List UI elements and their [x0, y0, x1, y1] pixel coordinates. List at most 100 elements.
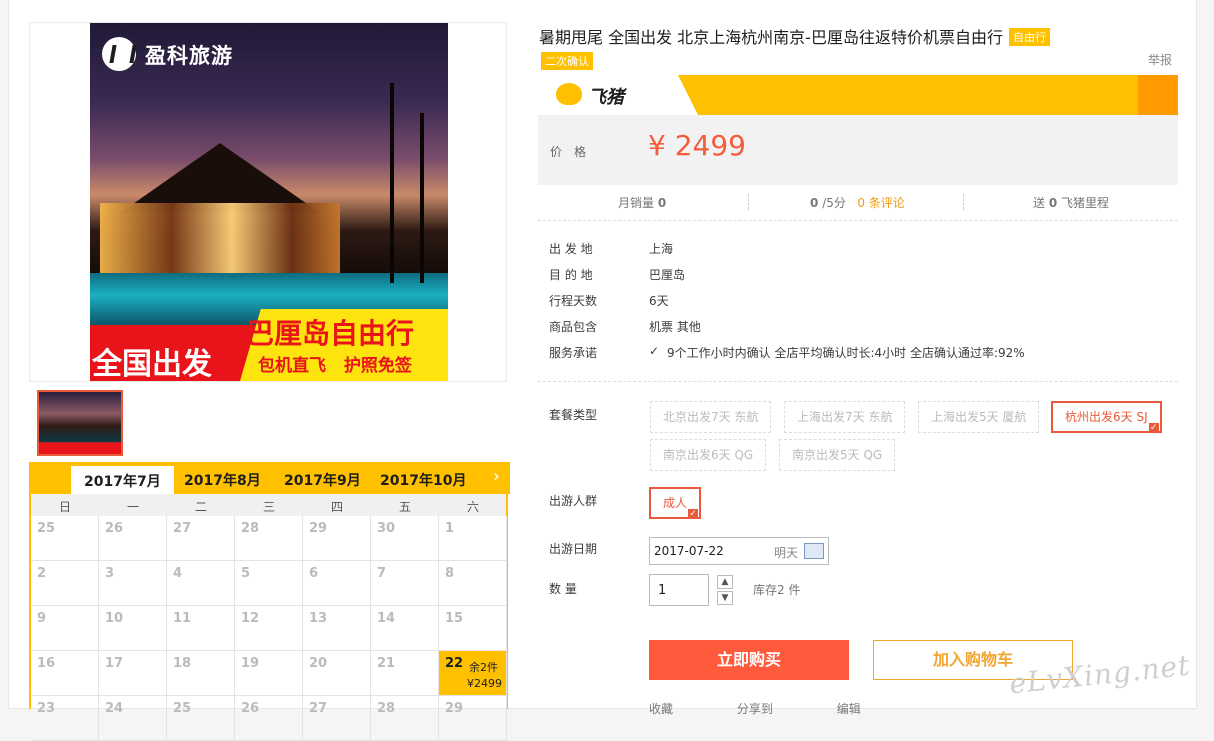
thumbnail-image[interactable]: [37, 390, 123, 456]
calendar-day[interactable]: 26: [235, 696, 303, 741]
price-label: 价格: [550, 145, 599, 159]
rating: 0 /5分 0 条评论: [810, 196, 905, 210]
share-link[interactable]: 分享到: [737, 702, 773, 716]
day-number: 13: [309, 611, 328, 626]
calendar-day[interactable]: 25: [31, 516, 99, 561]
calendar-day[interactable]: 6: [303, 561, 371, 606]
calendar-day[interactable]: 9: [31, 606, 99, 651]
calendar-day[interactable]: 10: [99, 606, 167, 651]
calendar-day[interactable]: 14: [371, 606, 439, 651]
page: 盈科旅游 巴厘岛自由行 包机直飞 护照免签 全国出发 2017年7月 2017年…: [8, 0, 1197, 741]
calendar-day[interactable]: 28: [371, 696, 439, 741]
chevron-right-icon[interactable]: ›: [493, 466, 500, 487]
day-number: 9: [37, 611, 47, 626]
quantity-input[interactable]: 1: [649, 574, 709, 606]
date-hint: 明天: [773, 546, 798, 560]
calendar-day[interactable]: 13: [303, 606, 371, 651]
day-number: 5: [241, 566, 251, 581]
package-option[interactable]: 北京出发7天 东航: [650, 401, 772, 433]
title-text: 暑期甩尾 全国出发 北京上海杭州南京-巴厘岛往返特价机票自由行: [539, 28, 1003, 47]
day-number: 3: [105, 566, 115, 581]
reviews-link[interactable]: 0 条评论: [857, 196, 904, 210]
day-number: 20: [309, 656, 328, 671]
date-label: 出游日期: [549, 542, 598, 556]
package-option-selected[interactable]: 杭州出发6天 SJ: [1051, 401, 1162, 433]
calendar-day[interactable]: 15: [439, 606, 507, 651]
tab-month-3[interactable]: 2017年9月: [284, 470, 361, 490]
calendar-day[interactable]: 18: [167, 651, 235, 696]
day-number: 7: [377, 566, 387, 581]
day-number: 10: [105, 611, 124, 626]
banner-departure: 全国出发: [92, 347, 212, 381]
weekday: 五: [398, 500, 411, 514]
tag-badge: 自由行: [1008, 28, 1050, 46]
calendar-day[interactable]: 28: [235, 516, 303, 561]
package-option[interactable]: 上海出发5天 厦航: [918, 401, 1040, 433]
buy-now-button[interactable]: 立即购买: [649, 640, 849, 680]
stats-row: 月销量 0 0 /5分 0 条评论 送 0 飞猪里程: [538, 185, 1178, 221]
day-number: 11: [173, 611, 192, 626]
calendar-day[interactable]: 29: [439, 696, 507, 741]
tab-month-4[interactable]: 2017年10月: [380, 470, 466, 490]
calendar-day[interactable]: 29: [303, 516, 371, 561]
price-calendar: 2017年7月 2017年8月 2017年9月 2017年10月 › 日 一 二…: [29, 462, 510, 741]
calendar-day[interactable]: 16: [31, 651, 99, 696]
calendar-day[interactable]: 26: [99, 516, 167, 561]
calendar-day[interactable]: 8: [439, 561, 507, 606]
calendar-day[interactable]: 1: [439, 516, 507, 561]
decrement-icon[interactable]: ▼: [717, 591, 733, 605]
calendar-day-selected[interactable]: 22 余2件 ¥2499: [439, 651, 507, 696]
people-label: 出游人群: [549, 494, 598, 508]
edit-link[interactable]: 编辑: [837, 702, 861, 716]
calendar-day[interactable]: 5: [235, 561, 303, 606]
calendar-day[interactable]: 11: [167, 606, 235, 651]
day-number: 27: [173, 521, 192, 536]
calendar-day[interactable]: 24: [99, 696, 167, 741]
main-product-image[interactable]: 盈科旅游 巴厘岛自由行 包机直飞 护照免签 全国出发: [90, 23, 448, 381]
weekday: 一: [126, 500, 139, 514]
calendar-day[interactable]: 30: [371, 516, 439, 561]
calendar-month-tabs: 2017年7月 2017年8月 2017年9月 2017年10月 ›: [31, 462, 510, 494]
calendar-day[interactable]: 20: [303, 651, 371, 696]
date-field[interactable]: 2017-07-22 明天: [649, 537, 829, 565]
calendar-day[interactable]: 25: [167, 696, 235, 741]
calendar-day[interactable]: 21: [371, 651, 439, 696]
calendar-day[interactable]: 3: [99, 561, 167, 606]
price-value: ¥ 2499: [648, 129, 746, 162]
brand-logo-icon: [102, 37, 136, 71]
day-number: 17: [105, 656, 124, 671]
calendar-day[interactable]: 17: [99, 651, 167, 696]
weekday: 四: [330, 500, 343, 514]
platform-name: 飞猪: [588, 87, 624, 108]
banner-headline: 巴厘岛自由行: [246, 317, 415, 350]
calendar-day[interactable]: 7: [371, 561, 439, 606]
day-number: 19: [241, 656, 260, 671]
package-option[interactable]: 南京出发5天 QG: [779, 439, 896, 471]
calendar-day[interactable]: 4: [167, 561, 235, 606]
calendar-day[interactable]: 27: [303, 696, 371, 741]
day-number: 14: [377, 611, 396, 626]
calendar-day[interactable]: 19: [235, 651, 303, 696]
calendar-icon[interactable]: [804, 543, 824, 559]
calendar-day[interactable]: 23: [31, 696, 99, 741]
date-value: 2017-07-22: [654, 544, 724, 558]
increment-icon[interactable]: ▲: [717, 575, 733, 589]
calendar-day[interactable]: 27: [167, 516, 235, 561]
tab-month-2[interactable]: 2017年8月: [184, 470, 261, 490]
calendar-day[interactable]: 2: [31, 561, 99, 606]
favorite-link[interactable]: 收藏: [649, 702, 673, 716]
report-link[interactable]: 举报: [1148, 51, 1172, 68]
fliggy-logo-icon: [556, 83, 582, 105]
package-option[interactable]: 上海出发7天 东航: [784, 401, 906, 433]
price-box: 价格 ¥ 2499: [538, 115, 1178, 185]
day-number: 18: [173, 656, 192, 671]
monthly-sales: 月销量 0: [618, 196, 667, 210]
weekday: 日: [58, 500, 71, 514]
calendar-day[interactable]: 12: [235, 606, 303, 651]
people-option-selected[interactable]: 成人: [649, 487, 702, 519]
palm-tree: [390, 83, 394, 283]
tab-month-1[interactable]: 2017年7月: [71, 466, 174, 494]
calendar-weekdays: 日 一 二 三 四 五 六: [31, 494, 506, 516]
banner-subline: 包机直飞 护照免签: [258, 356, 412, 376]
package-option[interactable]: 南京出发6天 QG: [650, 439, 767, 471]
